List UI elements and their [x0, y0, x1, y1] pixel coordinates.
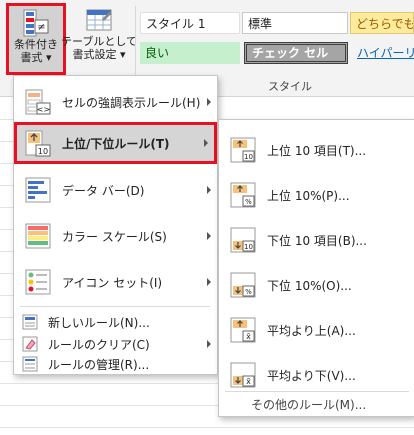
top-10-percent-icon: %	[230, 182, 256, 208]
menu-separator	[225, 391, 409, 392]
menu-item-clear-rules[interactable]: ルールのクリア(C)	[14, 334, 217, 354]
format-as-table-label-1: テーブルとして	[61, 35, 138, 48]
bottom-10-items-icon: 10	[230, 227, 256, 253]
style-gallery-neutral[interactable]: どちらでも	[350, 12, 414, 34]
style-gallery-style1[interactable]: スタイル 1	[140, 12, 240, 34]
submenu-item-more-rules[interactable]: その他のルール(M)...	[219, 394, 414, 414]
top-bottom-rules-icon: 10	[25, 130, 51, 157]
icon-sets-icon	[25, 269, 51, 295]
svg-text:10: 10	[244, 153, 253, 161]
menu-item-data-bars[interactable]: データ バー(D)	[14, 172, 217, 208]
submenu-arrow-icon	[207, 186, 211, 194]
conditional-formatting-menu: <> セルの強調表示ルール(H) 10 上位/下位ルール(T) データ バー(D…	[13, 75, 218, 375]
menu-item-label: 平均より下(V)...	[267, 368, 356, 383]
svg-text:x̄: x̄	[246, 332, 251, 341]
data-bars-icon	[25, 177, 51, 203]
menu-item-label: カラー スケール(S)	[62, 229, 167, 244]
submenu-arrow-icon	[207, 98, 211, 106]
bottom-10-percent-icon: %	[230, 272, 256, 298]
style-gallery-check-cell[interactable]: チェック セル	[244, 42, 348, 64]
svg-text:x̄: x̄	[246, 377, 251, 386]
styles-group-label: スタイル	[268, 80, 312, 93]
clear-rules-icon	[22, 336, 38, 352]
conditional-formatting-label-2: 書式 ▾	[20, 51, 52, 64]
menu-item-highlight-cells[interactable]: <> セルの強調表示ルール(H)	[14, 84, 217, 120]
menu-item-label: 上位 10%(P)...	[267, 188, 350, 203]
menu-item-label: 上位/下位ルール(T)	[62, 136, 170, 151]
format-as-table-icon	[86, 9, 112, 31]
above-average-icon: x̄	[230, 317, 256, 343]
submenu-item-below-average[interactable]: x̄ 平均より下(V)...	[219, 355, 414, 395]
submenu-item-top-10-percent[interactable]: % 上位 10%(P)...	[219, 175, 414, 215]
svg-text:10: 10	[38, 147, 48, 156]
menu-item-label: 新しいルール(N)...	[48, 315, 150, 330]
highlight-cells-icon: <>	[25, 89, 51, 115]
svg-text:<>: <>	[37, 105, 50, 114]
svg-text:≠: ≠	[37, 22, 45, 33]
submenu-arrow-icon	[207, 232, 211, 240]
menu-item-color-scales[interactable]: カラー スケール(S)	[14, 218, 217, 254]
menu-item-label: データ バー(D)	[62, 183, 145, 198]
menu-item-label: 上位 10 項目(T)...	[267, 143, 367, 158]
menu-item-label: その他のルール(M)...	[251, 397, 367, 412]
menu-item-top-bottom-rules[interactable]: 10 上位/下位ルール(T)	[14, 122, 217, 164]
submenu-arrow-icon	[207, 340, 211, 348]
svg-text:%: %	[245, 198, 252, 206]
color-scales-icon	[25, 223, 51, 249]
conditional-formatting-button[interactable]: ≠ 条件付き 書式 ▾	[6, 3, 66, 75]
conditional-formatting-icon: ≠	[23, 9, 49, 37]
submenu-item-bottom-10-items[interactable]: 10 下位 10 項目(B)...	[219, 220, 414, 260]
style-gallery-hyperlink[interactable]: ハイパーリ	[352, 42, 414, 64]
format-as-table-button[interactable]: テーブルとして 書式設定 ▾	[61, 3, 137, 75]
conditional-formatting-label-1: 条件付き	[14, 38, 58, 51]
svg-text:%: %	[245, 288, 252, 296]
submenu-item-bottom-10-percent[interactable]: % 下位 10%(O)...	[219, 265, 414, 305]
menu-item-new-rule[interactable]: 新しいルール(N)...	[14, 312, 217, 332]
menu-item-label: ルールの管理(R)...	[48, 357, 150, 372]
menu-item-label: 下位 10%(O)...	[267, 278, 352, 293]
menu-item-manage-rules[interactable]: ルールの管理(R)...	[14, 354, 217, 374]
svg-text:10: 10	[244, 243, 253, 251]
below-average-icon: x̄	[230, 362, 256, 388]
format-as-table-label-2: 書式設定 ▾	[72, 48, 126, 61]
menu-item-label: 下位 10 項目(B)...	[267, 233, 367, 248]
menu-item-label: ルールのクリア(C)	[48, 337, 150, 352]
menu-item-icon-sets[interactable]: アイコン セット(I)	[14, 264, 217, 300]
submenu-arrow-icon	[204, 139, 208, 147]
submenu-item-top-10-items[interactable]: 10 上位 10 項目(T)...	[219, 130, 414, 170]
top-10-items-icon: 10	[230, 137, 256, 163]
manage-rules-icon	[22, 356, 38, 372]
style-gallery-normal[interactable]: 標準	[242, 12, 348, 34]
new-rule-icon	[22, 314, 38, 330]
menu-separator	[20, 306, 210, 307]
menu-item-label: 平均より上(A)...	[267, 323, 356, 338]
submenu-arrow-icon	[207, 278, 211, 286]
style-gallery-good[interactable]: 良い	[140, 42, 240, 64]
submenu-item-above-average[interactable]: x̄ 平均より上(A)...	[219, 310, 414, 350]
menu-item-label: アイコン セット(I)	[62, 275, 163, 290]
top-bottom-rules-submenu: 10 上位 10 項目(T)... % 上位 10%(P)... 10 下位 1…	[218, 119, 414, 417]
menu-item-label: セルの強調表示ルール(H)	[62, 95, 201, 110]
